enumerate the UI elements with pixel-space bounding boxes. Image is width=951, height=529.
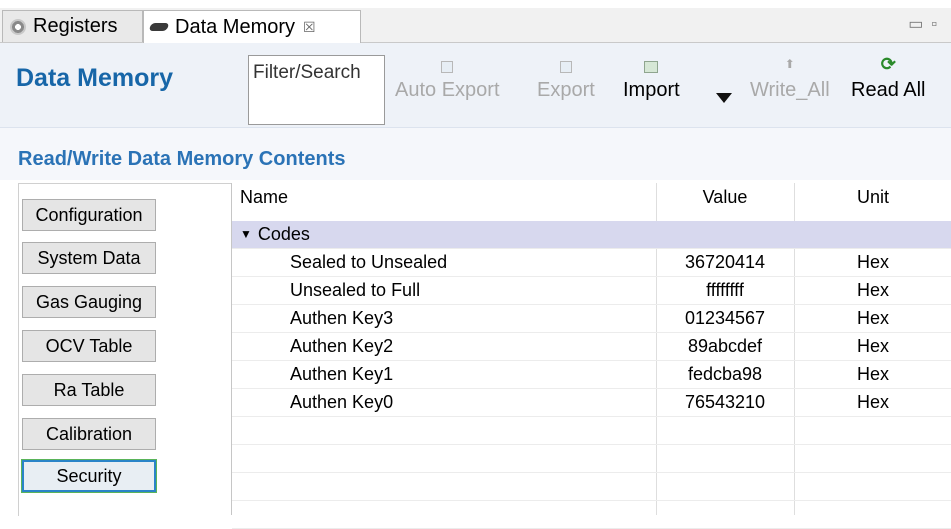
sidebar-item-ocv-table[interactable]: OCV Table [22,330,156,362]
row-name: Authen Key0 [290,392,394,412]
row-unit: Hex [856,336,889,356]
row-unit: Hex [856,280,889,300]
read-all-button[interactable]: ⟳ Read All [851,53,926,102]
auto-export-button[interactable]: Auto Export [395,53,500,102]
table-row[interactable]: Unsealed to Full ffffffff Hex [232,277,951,305]
table-row[interactable]: Authen Key3 01234567 Hex [232,305,951,333]
empty-row [232,445,951,473]
document-icon [559,61,572,73]
table-row[interactable]: Authen Key2 89abcdef Hex [232,333,951,361]
table-row[interactable]: Authen Key1 fedcba98 Hex [232,361,951,389]
row-unit: Hex [856,252,889,272]
tab-registers-label: Registers [33,15,118,37]
arrow-up-icon: ⬆ [784,57,795,71]
import-icon [644,61,659,73]
import-button[interactable]: Import [623,53,680,102]
column-header-unit[interactable]: Unit [794,187,951,208]
row-value[interactable]: 76543210 [656,392,794,413]
sidebar-item-calibration[interactable]: Calibration [22,418,156,450]
close-icon[interactable]: ☒ [303,19,316,36]
row-value[interactable]: 89abcdef [656,336,794,357]
import-label: Import [623,79,680,101]
row-name: Authen Key1 [290,364,394,384]
export-button[interactable]: Export [537,53,595,102]
table-row[interactable]: Sealed to Unsealed 36720414 Hex [232,249,951,277]
tab-data-memory[interactable]: Data Memory ☒ [143,10,361,43]
tab-bar: Registers Data Memory ☒ ▭▫ [0,8,951,43]
export-label: Export [537,79,595,101]
section-title: Read/Write Data Memory Contents [18,148,346,170]
empty-row [232,501,951,529]
row-unit: Hex [856,364,889,384]
toolbar: Data Memory Filter/Search Auto Export Ex… [0,43,951,127]
clipped-top-strip [0,0,951,8]
chevron-down-icon[interactable] [716,93,732,103]
row-name: Authen Key3 [290,308,394,328]
sidebar-item-ra-table[interactable]: Ra Table [22,374,156,406]
column-header-name[interactable]: Name [240,187,288,208]
row-value[interactable]: fedcba98 [656,364,794,385]
sidebar-item-security[interactable]: Security [21,459,157,493]
empty-row [232,417,951,445]
tab-data-memory-label: Data Memory [175,15,296,38]
empty-row [232,473,951,501]
chevron-down-icon[interactable]: ▼ [240,227,252,241]
row-value[interactable]: 01234567 [656,308,794,329]
row-name: Unsealed to Full [290,280,421,300]
column-header-value[interactable]: Value [656,187,794,208]
data-table: Name Value Unit ▼ Codes Sealed to Unseale… [231,183,951,529]
sidebar-item-configuration[interactable]: Configuration [22,199,156,231]
sidebar-item-system-data[interactable]: System Data [22,242,156,274]
tab-registers[interactable]: Registers [2,10,143,42]
table-row[interactable]: Authen Key0 76543210 Hex [232,389,951,417]
row-value[interactable]: 36720414 [656,252,794,273]
auto-export-label: Auto Export [395,79,500,101]
document-icon [441,61,454,73]
section-header: Read/Write Data Memory Contents [0,127,951,180]
chip-icon [148,23,170,31]
group-label: Codes [257,224,310,244]
row-unit: Hex [856,308,889,328]
read-all-label: Read All [851,79,926,101]
search-input[interactable]: Filter/Search [248,55,385,125]
gear-icon [10,18,26,35]
row-unit: Hex [856,392,889,412]
refresh-icon: ⟳ [880,54,896,74]
write-all-label: Write_All [750,79,830,101]
row-name: Authen Key2 [290,336,394,356]
table-group-row[interactable]: ▼ Codes [232,221,951,249]
write-all-button[interactable]: ⬆ Write_All [750,53,830,102]
window-controls[interactable]: ▭▫ [908,14,945,34]
page-title: Data Memory [16,64,173,92]
row-name: Sealed to Unsealed [290,252,448,272]
row-value[interactable]: ffffffff [656,280,794,301]
sidebar-item-gas-gauging[interactable]: Gas Gauging [22,286,156,318]
